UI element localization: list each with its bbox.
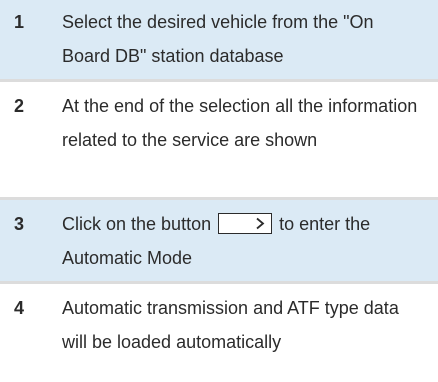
step-row-2: 2 At the end of the selection all the in… <box>0 82 438 200</box>
step-text-before: Click on the button <box>62 214 212 234</box>
step-number: 3 <box>14 214 25 234</box>
step-number: 2 <box>14 96 25 116</box>
step-number: 4 <box>14 298 25 318</box>
step-text: Automatic transmission and ATF type data… <box>62 298 399 352</box>
step-row-3: 3 Click on the button to enter the Autom… <box>0 200 438 284</box>
step-number: 1 <box>14 12 25 32</box>
step-row-4: 4 Automatic transmission and ATF type da… <box>0 284 438 382</box>
steps-list: 1 Select the desired vehicle from the "O… <box>0 0 438 382</box>
step-text: Select the desired vehicle from the "On … <box>62 12 374 66</box>
step-text: At the end of the selection all the info… <box>62 96 418 150</box>
chevron-right-icon <box>256 217 265 229</box>
step-row-1: 1 Select the desired vehicle from the "O… <box>0 0 438 82</box>
automatic-mode-button[interactable] <box>218 212 273 234</box>
step-text: Click on the button to enter the Automat… <box>62 207 438 275</box>
